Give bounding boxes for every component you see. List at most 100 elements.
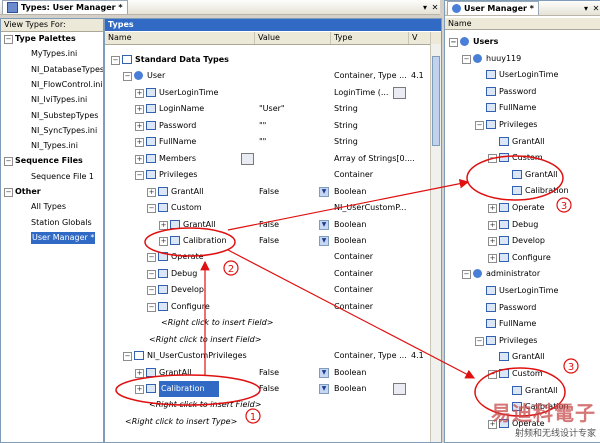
user-tree-row[interactable]: + Operate	[445, 200, 595, 216]
expander-icon[interactable]: +	[135, 385, 144, 394]
field-name[interactable]: Members	[159, 151, 196, 167]
user-tree-row[interactable]: Password	[445, 84, 595, 100]
types-row[interactable]: <Right click to insert Field>	[105, 315, 430, 331]
field-name[interactable]: GrantAll	[183, 217, 216, 233]
field-value[interactable]: False	[259, 365, 279, 381]
user-tree-row[interactable]: − administrator	[445, 266, 595, 282]
types-row[interactable]: + Calibration False ▼ Boolean	[105, 381, 430, 397]
expander-icon[interactable]: −	[475, 121, 484, 130]
user-tree-row[interactable]: + Develop	[445, 233, 595, 249]
expander-icon[interactable]: −	[147, 253, 156, 263]
expander-icon[interactable]: −	[488, 154, 497, 164]
types-row[interactable]: <Right click to insert Type>	[105, 414, 430, 430]
expander-icon[interactable]: +	[488, 253, 497, 263]
user-tree-row[interactable]: GrantAll	[445, 349, 595, 365]
field-value[interactable]: ""	[259, 134, 266, 150]
expander-icon[interactable]: −	[147, 204, 156, 214]
expander-icon[interactable]: +	[135, 121, 144, 131]
types-row[interactable]: − Privileges Container	[105, 167, 430, 183]
expander-icon[interactable]: −	[147, 286, 156, 296]
field-name[interactable]: User	[147, 68, 165, 84]
expander-icon[interactable]: +	[135, 368, 144, 378]
menu-arrow-icon[interactable]: ▾	[420, 3, 430, 12]
user-tree-row[interactable]: UserLoginTime	[445, 67, 595, 83]
expander-icon[interactable]: −	[462, 54, 471, 64]
types-row[interactable]: + Calibration False ▼ Boolean	[105, 233, 430, 249]
user-tree-label[interactable]: Calibration	[525, 183, 569, 199]
types-row[interactable]: − Operate Container	[105, 249, 430, 265]
expander-icon[interactable]: −	[4, 35, 13, 44]
types-row[interactable]: − Custom NI_UserCustomP...	[105, 200, 430, 216]
dropdown-arrow-icon[interactable]: ▼	[319, 384, 329, 394]
expander-icon[interactable]: +	[147, 187, 156, 197]
field-name[interactable]: Privileges	[159, 167, 197, 183]
expander-icon[interactable]: +	[135, 88, 144, 98]
field-value[interactable]: False	[259, 217, 279, 233]
edit-button[interactable]	[393, 383, 406, 395]
view-types-item[interactable]: Station Globals	[31, 217, 92, 229]
user-tree-label[interactable]: FullName	[499, 100, 536, 116]
field-name[interactable]: NI_UserCustomPrivileges	[147, 348, 247, 364]
field-name[interactable]: Develop	[171, 282, 204, 298]
view-types-item[interactable]: Sequence File 1	[31, 171, 94, 183]
user-tree-label[interactable]: Privileges	[499, 333, 537, 349]
expander-icon[interactable]: −	[475, 336, 484, 346]
user-tree-label[interactable]: Custom	[512, 150, 543, 166]
types-row[interactable]: + GrantAll False ▼ Boolean	[105, 184, 430, 200]
user-tree-label[interactable]: FullName	[499, 316, 536, 332]
user-tree-row[interactable]: GrantAll	[445, 167, 595, 183]
types-row[interactable]: − User Container, Type ... 4.1	[105, 68, 430, 84]
field-name[interactable]: Operate	[171, 249, 204, 265]
user-tree-row[interactable]: − Custom	[445, 150, 595, 166]
edit-button[interactable]	[241, 152, 254, 165]
types-row[interactable]: <Right click to insert Field>	[105, 397, 430, 413]
view-types-item[interactable]: NI_SubstepTypes	[31, 110, 98, 122]
user-tree-label[interactable]: Custom	[512, 366, 543, 382]
field-name[interactable]: UserLoginTime	[159, 85, 218, 101]
view-types-item[interactable]: MyTypes.ini	[31, 48, 77, 60]
column-version[interactable]: V	[409, 32, 431, 44]
types-row[interactable]: + LoginName "User" String	[105, 101, 430, 117]
user-tree-label[interactable]: Password	[499, 84, 536, 100]
dropdown-arrow-icon[interactable]: ▼	[319, 367, 329, 378]
column-value[interactable]: Value	[255, 32, 331, 44]
close-icon[interactable]: ✕	[430, 3, 440, 12]
user-tree-row[interactable]: FullName	[445, 100, 595, 116]
user-tree-row[interactable]: + Configure	[445, 250, 595, 266]
expander-icon[interactable]: +	[135, 154, 144, 164]
type-edit-button[interactable]	[393, 86, 406, 99]
user-tree-row[interactable]: − Privileges	[445, 117, 595, 133]
user-tree-label[interactable]: GrantAll	[512, 134, 545, 150]
field-name[interactable]: Configure	[171, 299, 210, 315]
user-manager-tab[interactable]: User Manager *	[447, 1, 539, 15]
expander-icon[interactable]: +	[159, 236, 168, 246]
user-tree-label[interactable]: Users	[473, 34, 498, 50]
user-tree-label[interactable]: Configure	[512, 250, 551, 266]
user-tree-label[interactable]: Debug	[512, 217, 538, 233]
user-tree-row[interactable]: Calibration	[445, 183, 595, 199]
view-types-item[interactable]: NI_DatabaseTypes	[31, 64, 103, 76]
types-row[interactable]: − NI_UserCustomPrivileges Container, Type …	[105, 348, 430, 364]
user-tree-label[interactable]: UserLoginTime	[499, 283, 558, 299]
user-tree-row[interactable]: − Users	[445, 34, 595, 50]
user-tree-label[interactable]: UserLoginTime	[499, 67, 558, 83]
user-manager-column-header[interactable]: Name	[445, 18, 600, 30]
close-icon[interactable]: ✕	[591, 4, 600, 13]
field-name[interactable]: Password	[159, 118, 196, 134]
types-row[interactable]: + GrantAll False ▼ Boolean	[105, 217, 430, 233]
user-tree-row[interactable]: FullName	[445, 316, 595, 332]
user-tree-label[interactable]: Privileges	[499, 117, 537, 133]
user-tree-row[interactable]: − Privileges	[445, 333, 595, 349]
column-type[interactable]: Type	[331, 32, 409, 44]
view-types-item[interactable]: All Types	[31, 201, 66, 213]
field-name[interactable]: GrantAll	[159, 365, 192, 381]
field-name[interactable]: Standard Data Types	[135, 52, 229, 68]
view-types-item[interactable]: User Manager *	[31, 231, 96, 244]
expander-icon[interactable]: −	[488, 370, 497, 379]
types-row[interactable]: + Members Array of Strings[0....	[105, 151, 430, 167]
dropdown-arrow-icon[interactable]: ▼	[319, 186, 329, 197]
user-tree-label[interactable]: Develop	[512, 233, 545, 249]
menu-arrow-icon[interactable]: ▾	[581, 4, 591, 13]
types-row[interactable]: − Standard Data Types	[105, 52, 430, 68]
expander-icon[interactable]: +	[488, 220, 497, 230]
